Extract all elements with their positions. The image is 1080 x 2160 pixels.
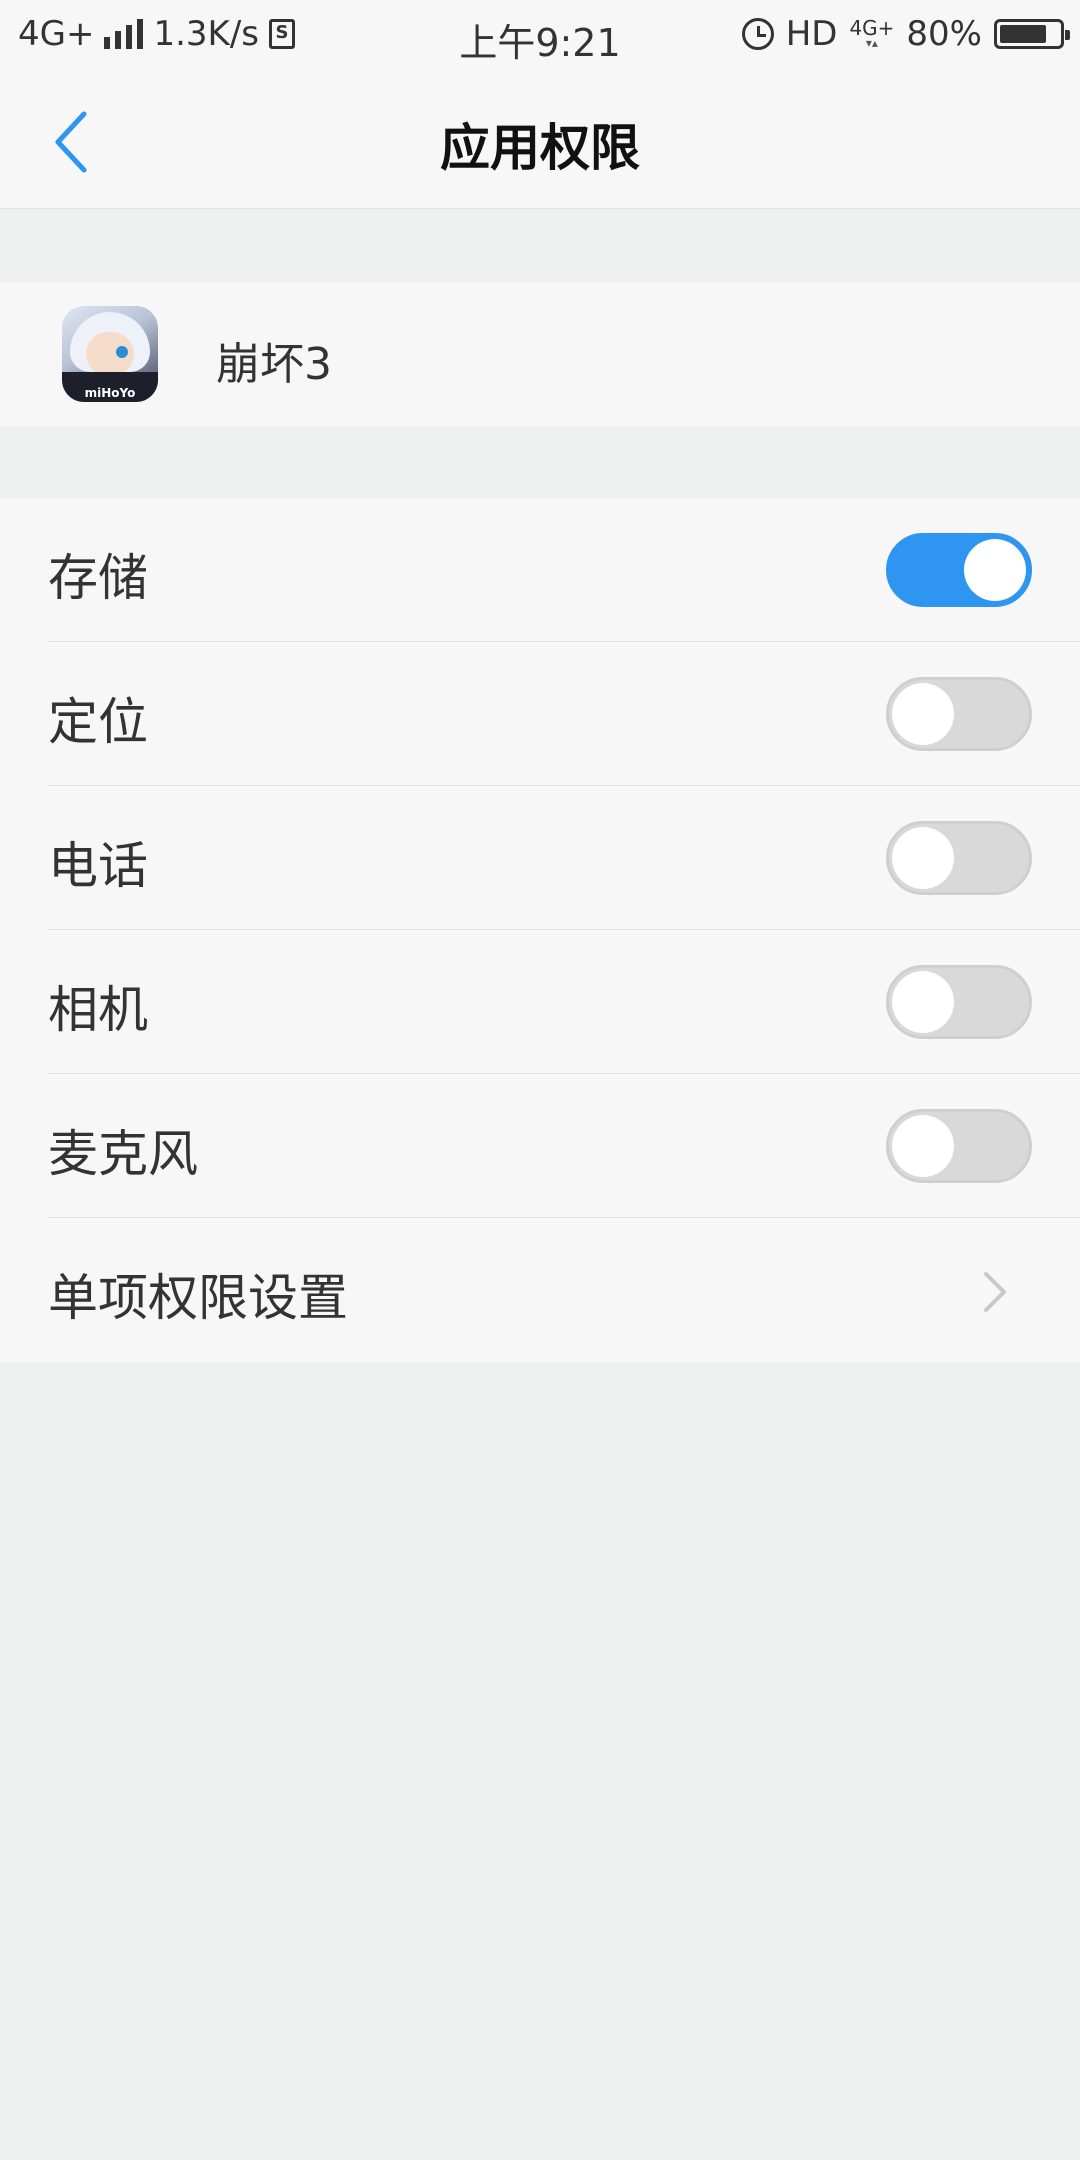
mobile-data-label: 4G+	[849, 16, 895, 40]
page-title: 应用权限	[440, 119, 640, 177]
toggle-knob	[892, 971, 954, 1033]
app-icon-logo: miHoYo	[84, 386, 136, 400]
battery-icon	[994, 19, 1070, 49]
permission-row-camera[interactable]: 相机	[0, 930, 1080, 1074]
permission-row-storage[interactable]: 存储	[0, 498, 1080, 642]
battery-fill	[1000, 25, 1047, 43]
permission-row-location[interactable]: 定位	[0, 642, 1080, 786]
app-header: 应用权限	[0, 72, 1080, 209]
status-right: HD 4G+ ▾▴ 80%	[741, 14, 1070, 54]
permission-row-microphone[interactable]: 麦克风	[0, 1074, 1080, 1218]
permission-list: 存储 定位 电话 相机 麦克风 单项权限设置	[0, 498, 1080, 1362]
permission-label: 电话	[48, 837, 148, 895]
mobile-data-icon: 4G+ ▾▴	[849, 16, 895, 50]
toggle-knob	[892, 827, 954, 889]
permission-label: 相机	[48, 981, 148, 1039]
permission-label: 存储	[48, 549, 148, 607]
camera-toggle[interactable]	[886, 965, 1032, 1039]
alarm-icon	[741, 18, 774, 50]
chevron-right-icon	[984, 1272, 1006, 1312]
microphone-toggle[interactable]	[886, 1109, 1032, 1183]
toggle-knob	[892, 1115, 954, 1177]
permission-label: 麦克风	[48, 1125, 198, 1183]
individual-settings-label: 单项权限设置	[48, 1269, 348, 1327]
phone-toggle[interactable]	[886, 821, 1032, 895]
location-toggle[interactable]	[886, 677, 1032, 751]
app-icon: miHoYo	[62, 306, 158, 402]
individual-permission-settings-row[interactable]: 单项权限设置	[0, 1218, 1080, 1362]
storage-toggle[interactable]	[886, 533, 1032, 607]
battery-percent: 80%	[906, 14, 982, 54]
toggle-knob	[892, 683, 954, 745]
status-bar: 4G+ 1.3K/s S 上午9:21 HD 4G+ ▾▴ 80%	[0, 0, 1080, 72]
empty-area	[0, 1362, 1080, 2160]
data-arrows-icon: ▾▴	[865, 36, 878, 50]
app-info-row: miHoYo 崩坏3	[0, 282, 1080, 426]
toggle-knob	[964, 539, 1026, 601]
app-name: 崩坏3	[216, 339, 332, 390]
hd-indicator: HD	[785, 14, 838, 54]
permission-label: 定位	[48, 693, 148, 751]
permission-row-phone[interactable]: 电话	[0, 786, 1080, 930]
